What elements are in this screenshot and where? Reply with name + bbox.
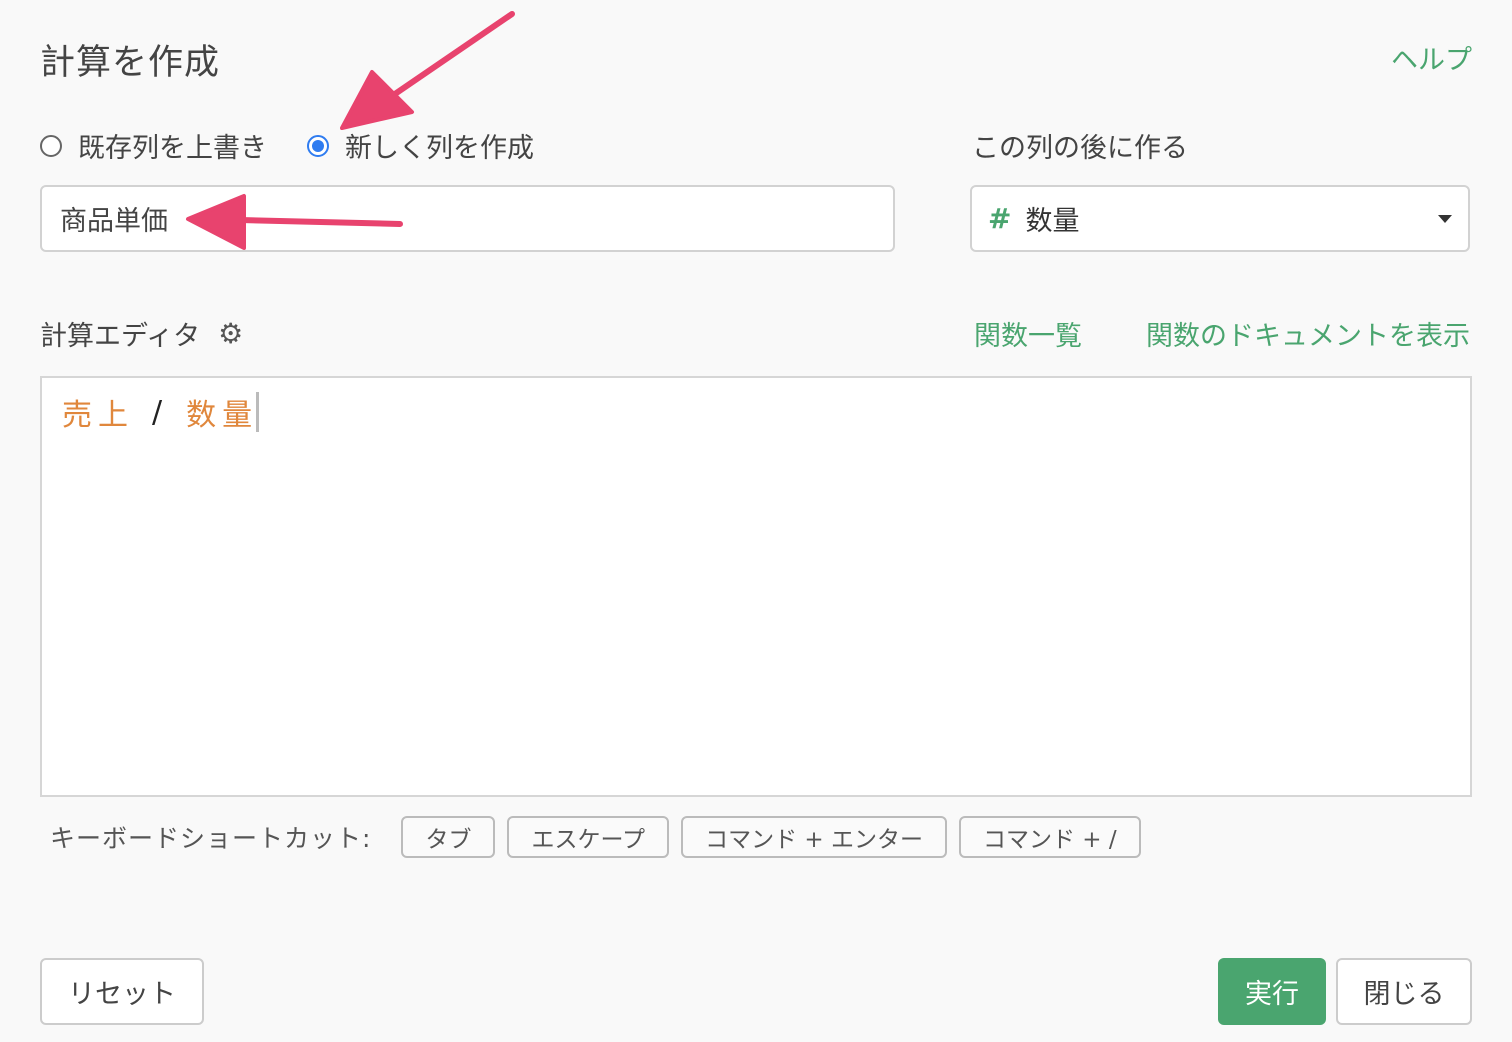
function-docs-link[interactable]: 関数のドキュメントを表示 [1146, 314, 1470, 353]
annotation-arrow-shaft [389, 11, 515, 99]
radio-create-new[interactable]: 新しく列を作成 [307, 126, 534, 165]
keyboard-shortcuts: キーボードショートカット: タブ エスケープ コマンド + エンター コマンド … [50, 816, 1153, 858]
help-link[interactable]: ヘルプ [1391, 38, 1472, 77]
shortcut-key: タブ [401, 816, 496, 858]
run-button[interactable]: 実行 [1218, 958, 1326, 1025]
shortcut-key: コマンド + エンター [681, 816, 947, 858]
radio-overwrite-label: 既存列を上書き [78, 133, 267, 164]
calculation-editor[interactable]: 売上 / 数量 [40, 376, 1472, 797]
shortcuts-label: キーボードショートカット: [50, 824, 372, 853]
radio-create-new-circle[interactable] [307, 134, 329, 157]
reset-button[interactable]: リセット [40, 958, 204, 1025]
text-cursor [256, 392, 260, 432]
hash-icon: # [988, 202, 1012, 235]
insert-after-select[interactable]: # 数量 [970, 185, 1470, 252]
radio-create-new-label: 新しく列を作成 [345, 133, 534, 164]
insert-after-value: 数量 [1025, 206, 1080, 237]
close-button[interactable]: 閉じる [1336, 958, 1472, 1025]
function-list-link[interactable]: 関数一覧 [974, 314, 1082, 353]
editor-header: 計算エディタ ⚙ [40, 314, 243, 353]
code-column-token: 数量 [186, 398, 259, 433]
radio-overwrite[interactable]: 既存列を上書き [40, 126, 267, 165]
code-column-token: 売上 [62, 398, 134, 433]
gear-icon[interactable]: ⚙ [218, 317, 243, 350]
shortcut-key: コマンド + / [958, 816, 1141, 858]
radio-overwrite-circle[interactable] [40, 134, 62, 157]
mode-radio-group: 既存列を上書き 新しく列を作成 [40, 126, 574, 165]
dialog-title: 計算を作成 [40, 43, 221, 83]
annotation-arrowhead [340, 70, 414, 130]
code-operator-token: / [152, 394, 169, 430]
column-name-input[interactable] [40, 185, 895, 252]
editor-label: 計算エディタ [40, 321, 201, 352]
code-line: 売上 / 数量 [62, 390, 260, 434]
chevron-down-icon [1438, 214, 1452, 223]
shortcut-key: エスケープ [507, 816, 670, 858]
insert-after-label: この列の後に作る [972, 133, 1188, 164]
